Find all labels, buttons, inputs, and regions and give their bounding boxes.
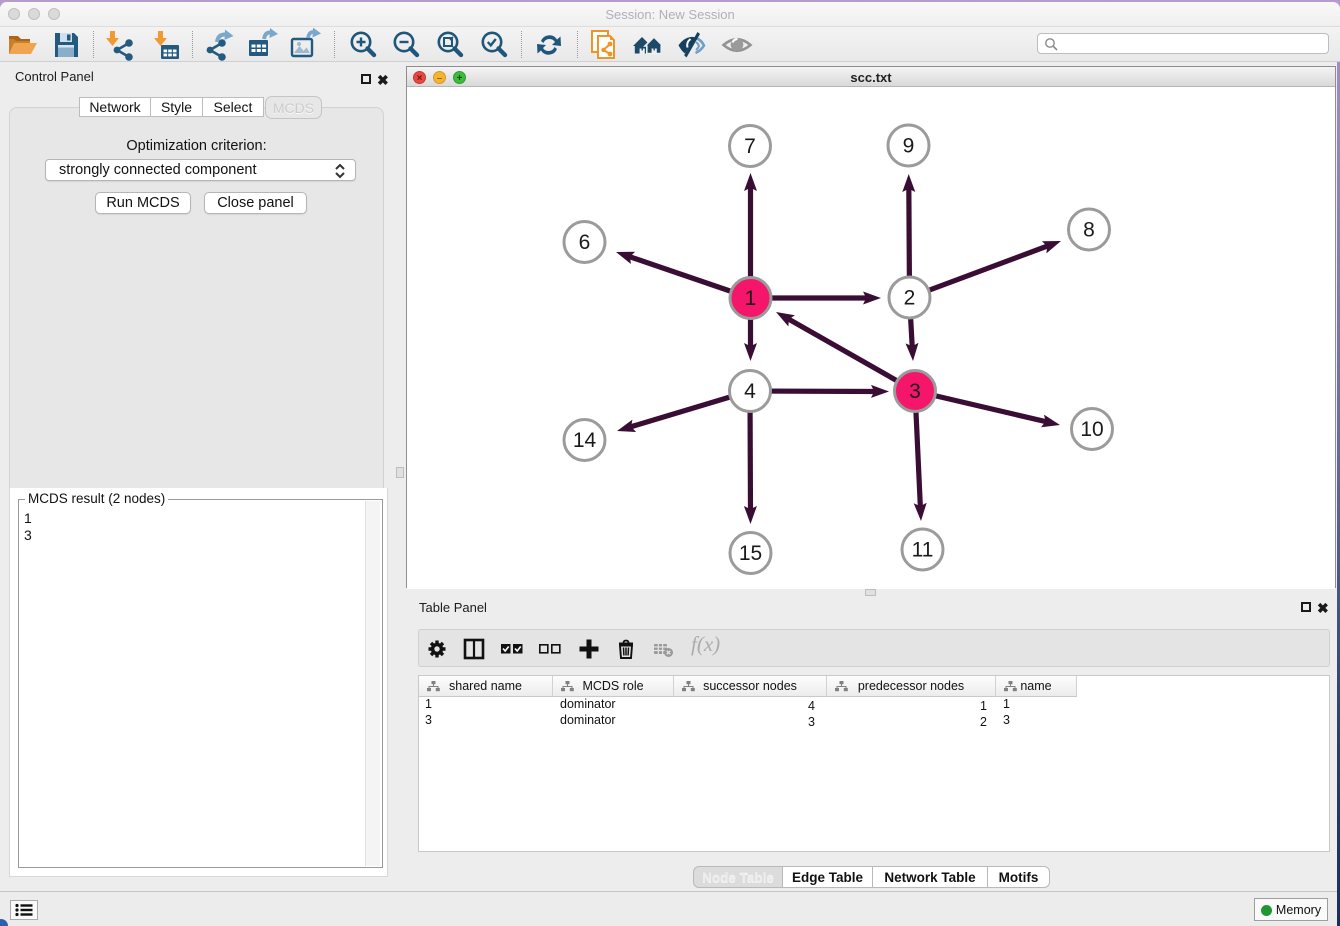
svg-text:6: 6 <box>579 231 591 254</box>
svg-text:15: 15 <box>739 542 762 565</box>
svg-text:2: 2 <box>904 287 916 310</box>
svg-text:10: 10 <box>1080 418 1103 441</box>
svg-text:9: 9 <box>903 135 915 158</box>
svg-text:14: 14 <box>573 429 597 452</box>
svg-text:1: 1 <box>745 287 757 310</box>
svg-text:3: 3 <box>909 380 921 403</box>
svg-text:11: 11 <box>912 539 934 562</box>
svg-text:7: 7 <box>744 135 756 158</box>
svg-text:8: 8 <box>1083 219 1095 242</box>
svg-text:4: 4 <box>744 380 756 403</box>
